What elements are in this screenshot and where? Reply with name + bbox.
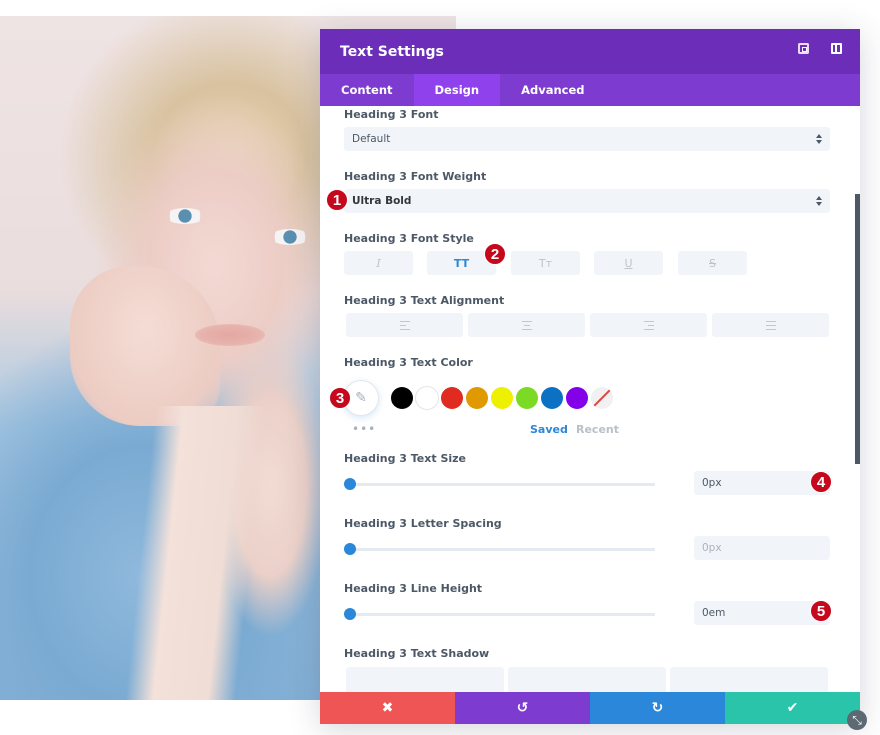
modal-title: Text Settings [340,43,444,60]
saved-colors-link[interactable]: Saved [530,423,568,436]
tab-advanced[interactable]: Advanced [500,74,605,106]
swatch-yellow[interactable] [491,387,513,409]
annotation-badge-2: 2 [484,243,506,265]
align-justify-icon [765,320,776,330]
annotation-badge-1: 1 [326,189,348,211]
font-label: Heading 3 Font [344,108,439,121]
select-arrows-icon [816,195,822,207]
modal-header: Text Settings [320,29,860,74]
photo-eye-left [165,208,205,224]
text-shadow-label: Heading 3 Text Shadow [344,647,490,660]
align-right-button[interactable] [590,313,707,337]
text-shadow-option-2[interactable] [670,667,828,692]
line-height-label: Heading 3 Line Height [344,582,483,595]
close-icon: ✖ [381,700,394,716]
text-size-slider-track[interactable] [350,483,655,486]
align-left-icon [399,320,410,330]
swatch-purple[interactable] [566,387,588,409]
expand-icon[interactable] [798,43,809,54]
annotation-badge-4: 4 [810,471,832,493]
font-select[interactable]: Default [344,127,830,151]
letter-spacing-label: Heading 3 Letter Spacing [344,517,502,530]
modal-footer: ✖ ↺ ↻ ✔ [320,692,860,724]
photo-hand [70,266,220,426]
align-center-button[interactable] [468,313,585,337]
swatch-black[interactable] [391,387,413,409]
small-caps-button[interactable]: Tт [511,251,580,275]
more-colors-button[interactable]: ••• [352,422,376,436]
photo-eye-right [270,229,310,245]
letter-spacing-slider-thumb[interactable] [344,543,356,555]
underline-button[interactable]: U [594,251,663,275]
text-size-label: Heading 3 Text Size [344,452,466,465]
align-left-button[interactable] [346,313,463,337]
swatch-orange[interactable] [466,387,488,409]
photo-arm [123,406,267,700]
font-weight-select-value: Ultra Bold [352,195,412,207]
tab-design[interactable]: Design [413,74,501,106]
font-weight-select[interactable]: Ultra Bold [344,189,830,213]
undo-icon: ↺ [516,700,529,716]
text-color-label: Heading 3 Text Color [344,356,473,369]
letter-spacing-input[interactable]: 0px [694,536,830,560]
save-button[interactable]: ✔ [725,692,860,724]
modal-body: Heading 3 Font Default Heading 3 Font We… [320,106,860,692]
letter-spacing-slider-track[interactable] [350,548,655,551]
split-view-icon[interactable] [831,43,842,54]
tab-content[interactable]: Content [320,74,414,106]
redo-button[interactable]: ↻ [590,692,725,724]
swatch-none[interactable] [591,387,613,409]
text-alignment-label: Heading 3 Text Alignment [344,294,505,307]
swatch-red[interactable] [441,387,463,409]
swatch-white[interactable] [416,387,438,409]
resize-handle[interactable]: ⤡ [847,710,867,730]
align-center-icon [521,320,532,330]
align-justify-button[interactable] [712,313,829,337]
recent-colors-link[interactable]: Recent [576,423,619,436]
strikethrough-button[interactable]: S [678,251,747,275]
eyedropper-icon: ✎ [355,390,367,406]
line-height-slider-track[interactable] [350,613,655,616]
text-settings-modal: Text Settings Content Design Advanced He… [320,29,860,724]
annotation-badge-3: 3 [329,387,351,409]
cancel-button[interactable]: ✖ [320,692,455,724]
tab-bar: Content Design Advanced [320,74,860,106]
font-weight-label: Heading 3 Font Weight [344,170,487,183]
swatch-green[interactable] [516,387,538,409]
text-shadow-option-1[interactable] [508,667,666,692]
redo-icon: ↻ [651,700,664,716]
font-style-label: Heading 3 Font Style [344,232,474,245]
text-size-slider-thumb[interactable] [344,478,356,490]
select-arrows-icon [816,133,822,145]
line-height-slider-thumb[interactable] [344,608,356,620]
italic-button[interactable]: I [344,251,413,275]
photo-lips [195,324,265,346]
font-select-value: Default [352,133,391,145]
checkmark-icon: ✔ [786,700,799,716]
color-swatch-row: ✎ [320,381,860,421]
swatch-blue[interactable] [541,387,563,409]
resize-icon: ⤡ [852,712,862,727]
annotation-badge-5: 5 [810,600,832,622]
scrollbar[interactable] [855,194,860,464]
undo-button[interactable]: ↺ [455,692,590,724]
align-right-icon [643,320,654,330]
text-shadow-option-none[interactable] [346,667,504,692]
